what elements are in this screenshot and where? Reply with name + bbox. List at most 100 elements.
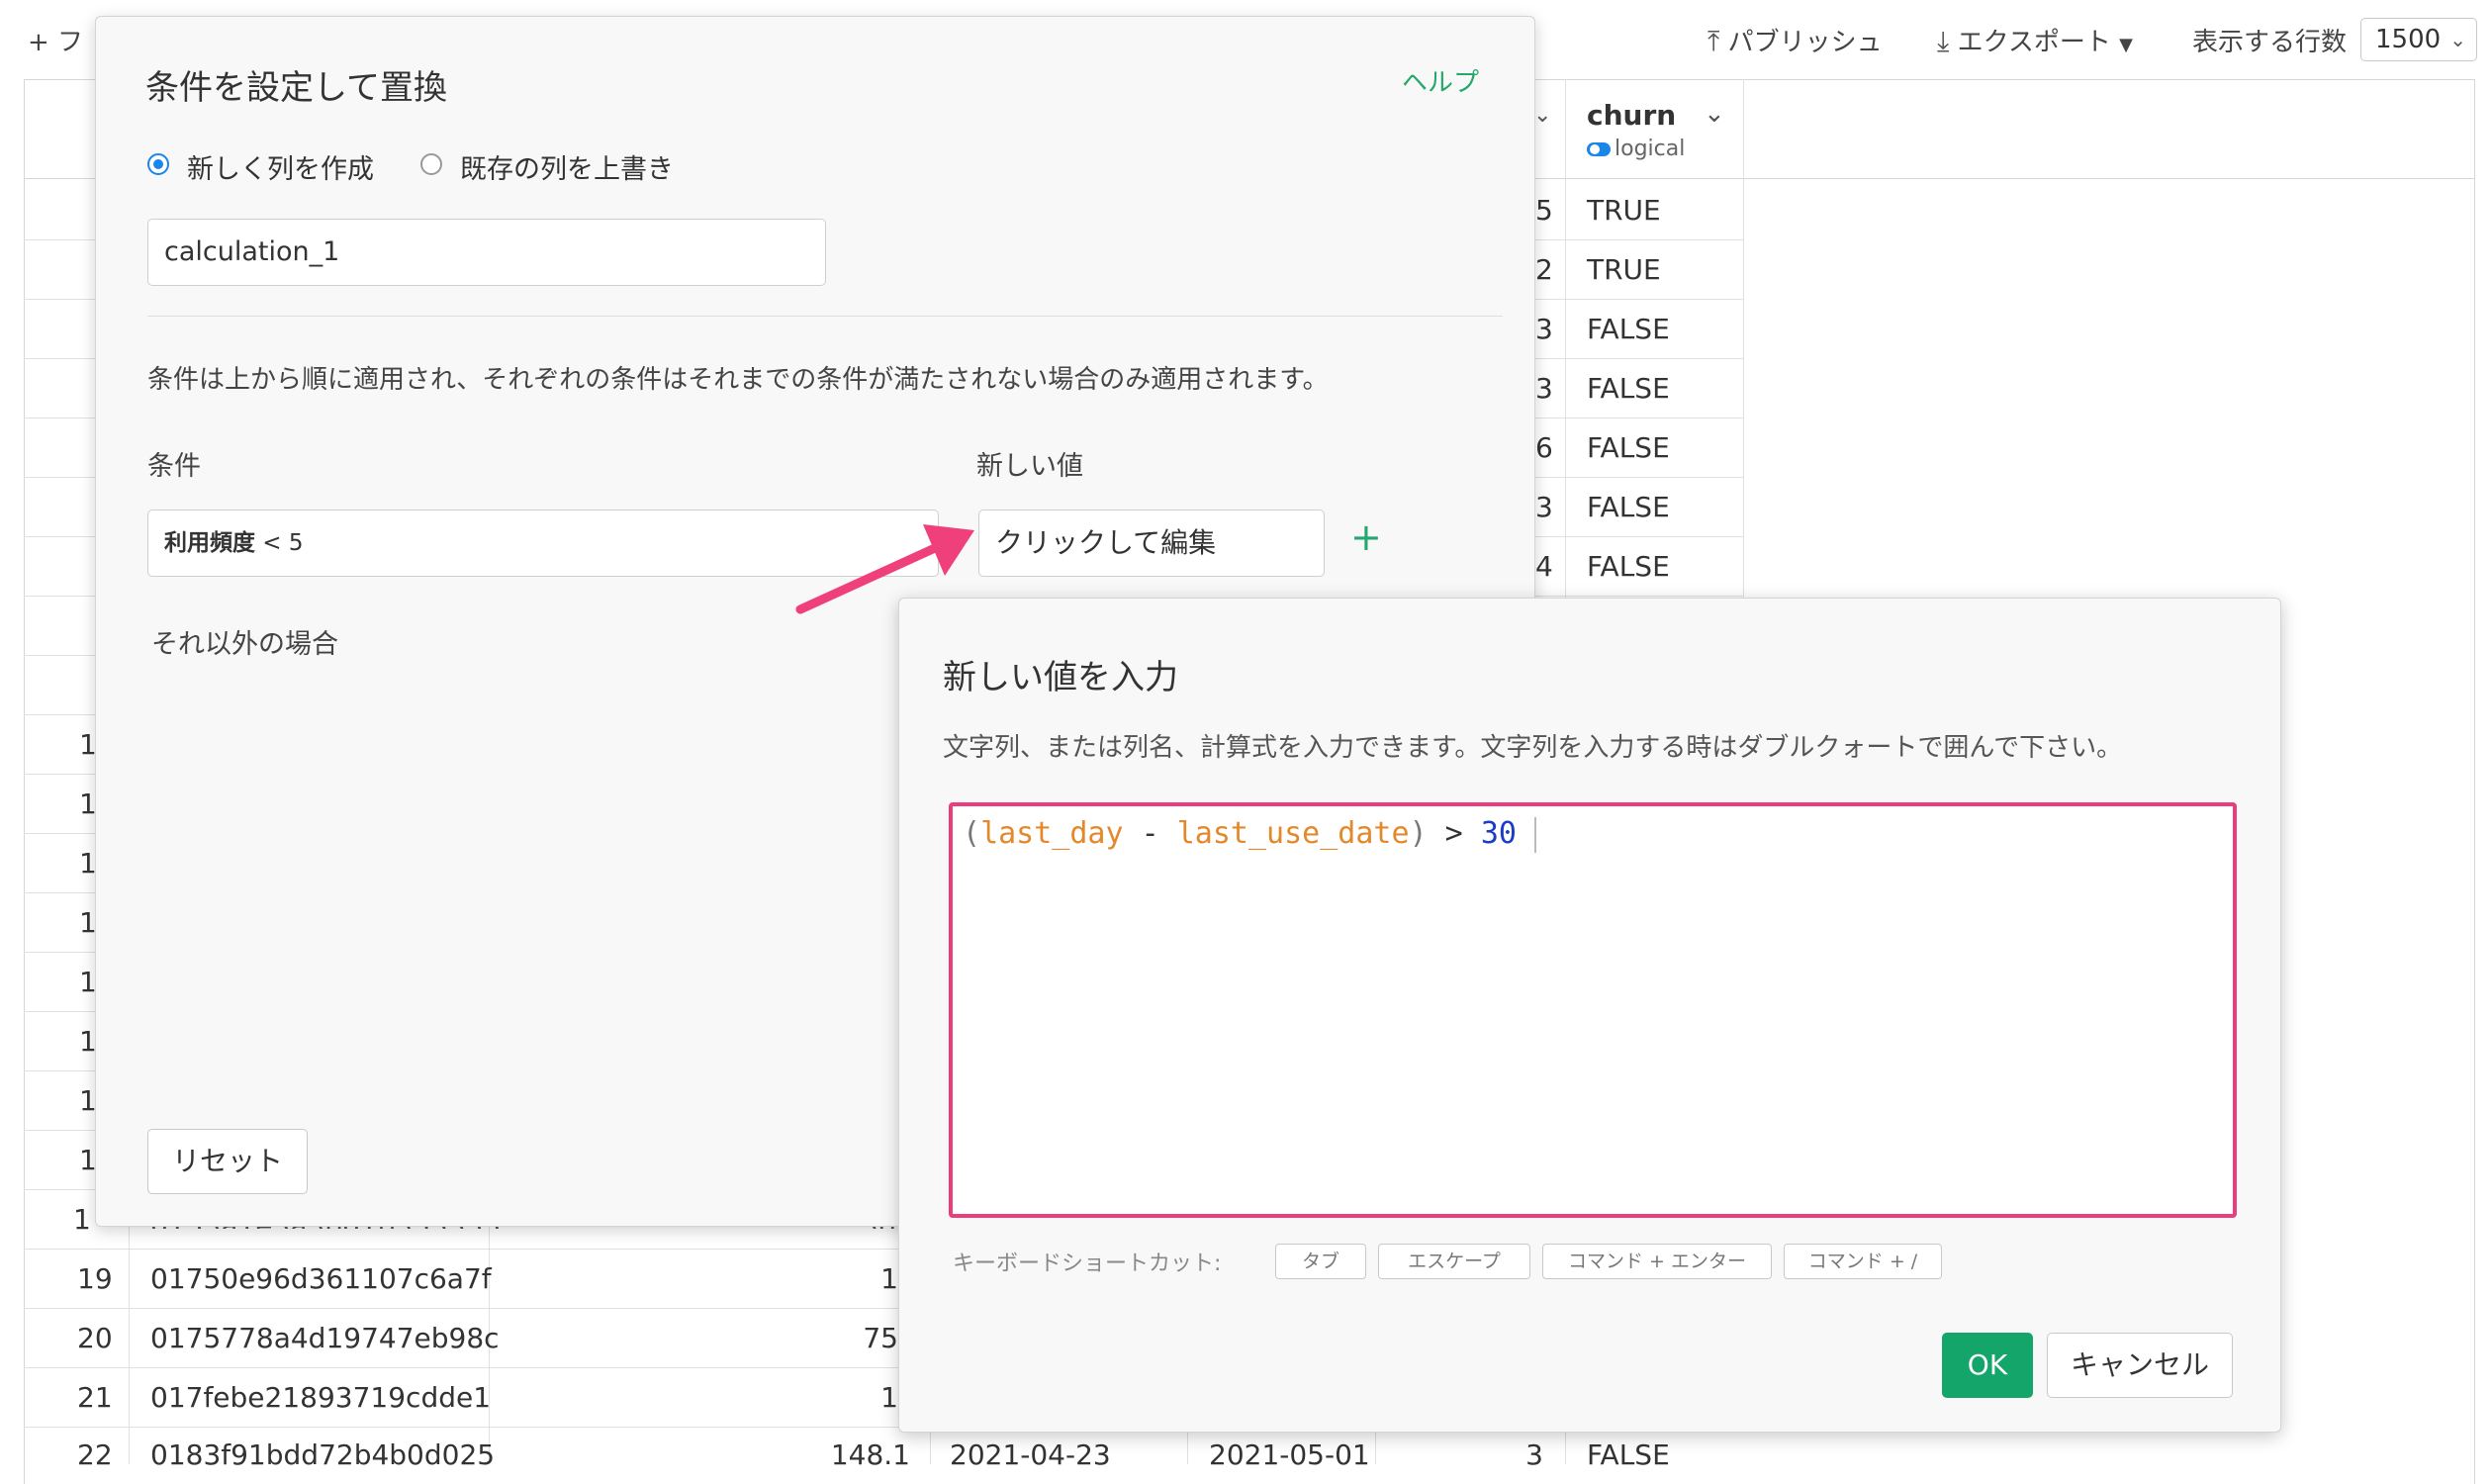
expr-close-paren: ) xyxy=(1409,816,1428,851)
shortcut-escape: エスケープ xyxy=(1378,1244,1530,1279)
grid-col-divider xyxy=(1743,79,1744,599)
new-value-dialog: 新しい値を入力 文字列、または列名、計算式を入力できます。文字列を入力する時はダ… xyxy=(898,598,2281,1433)
section-divider xyxy=(147,316,1503,317)
grid-cell-value: 148.1 xyxy=(830,1438,910,1471)
condition-header: 条件 xyxy=(147,451,201,482)
expr-var-last-day: last_day xyxy=(980,816,1124,851)
grid-cell-id: 017febe21893719cdde1 xyxy=(150,1381,492,1414)
radio-overwrite-column[interactable] xyxy=(420,153,442,175)
grid-cell: 5 xyxy=(1535,194,1553,227)
expr-minus: - xyxy=(1123,816,1177,851)
grid-cell-date: 2021-05-01 xyxy=(1209,1438,1370,1471)
churn-cell: FALSE xyxy=(1587,372,1670,405)
grid-row-divider xyxy=(24,655,103,656)
churn-cell: FALSE xyxy=(1587,491,1670,523)
condition-expression: < 5 xyxy=(255,530,304,556)
caret-down-icon: ▼ xyxy=(2119,35,2133,55)
grid-row-divider xyxy=(24,1367,898,1368)
new-value-header: 新しい値 xyxy=(976,451,1083,482)
grid-row-divider xyxy=(24,1130,103,1131)
grid-cell: 6 xyxy=(1535,431,1553,464)
row-index: 1 xyxy=(73,1203,91,1236)
cancel-button[interactable]: キャンセル xyxy=(2047,1333,2233,1398)
radio-new-column-label[interactable]: 新しく列を作成 xyxy=(187,147,374,186)
grid-cell: 3 xyxy=(1535,372,1553,405)
grid-row-divider xyxy=(24,1189,103,1190)
churn-column-header[interactable]: churn xyxy=(1587,99,1676,132)
text-caret xyxy=(1533,816,1536,853)
grid-row-divider xyxy=(24,1308,898,1309)
rows-select-value: 1500 xyxy=(2375,25,2442,54)
export-label: エクスポート xyxy=(1957,28,2111,57)
expression-editor[interactable]: (last_day - last_use_date) > 30 xyxy=(949,802,2237,1218)
expr-var-last-use-date: last_use_date xyxy=(1176,816,1410,851)
condition-description: 条件は上から順に適用され、それぞれの条件はそれまでの条件が満たされない場合のみ適… xyxy=(147,365,1329,395)
churn-type-label: logical xyxy=(1615,137,1686,161)
expr-gt: > xyxy=(1427,816,1481,851)
grid-row-divider xyxy=(24,1427,898,1428)
grid-row-divider xyxy=(24,1249,898,1250)
grid-cell-value: 75 xyxy=(863,1322,898,1354)
churn-cell: FALSE xyxy=(1587,313,1670,345)
grid-cell: 3 xyxy=(1535,491,1553,523)
grid-cell: 4 xyxy=(1535,550,1553,583)
rows-label: 表示する行数 xyxy=(2192,28,2348,57)
grid-cell: 3 xyxy=(1535,313,1553,345)
row-index: 19 xyxy=(77,1262,113,1295)
export-button[interactable]: ⤓ エクスポート ▼ xyxy=(1937,22,2133,58)
grid-cell-value: 1 xyxy=(880,1381,898,1414)
expr-open-paren: ( xyxy=(963,816,981,851)
churn-cell: TRUE xyxy=(1587,253,1661,286)
column-menu-icon[interactable]: ⌄ xyxy=(1533,103,1551,128)
reset-button[interactable]: リセット xyxy=(147,1129,308,1194)
download-icon: ⤓ xyxy=(1937,25,1950,57)
grid-cell-id: 0183f91bdd72b4b0d025 xyxy=(150,1438,496,1471)
ok-button[interactable]: OK xyxy=(1942,1333,2033,1398)
help-link[interactable]: ヘルプ xyxy=(1402,62,1479,99)
grid-cell-date: 2021-04-23 xyxy=(950,1438,1111,1471)
churn-cell: FALSE xyxy=(1587,550,1670,583)
new-value-dialog-title: 新しい値を入力 xyxy=(943,658,1178,697)
shortcut-tab: タブ xyxy=(1275,1244,1366,1279)
new-value-input[interactable]: クリックして編集 xyxy=(978,510,1325,577)
churn-cell: FALSE xyxy=(1587,431,1670,464)
expr-number: 30 xyxy=(1480,816,1517,851)
shortcut-cmd-enter: コマンド + エンター xyxy=(1542,1244,1772,1279)
grid-cell: 2 xyxy=(1535,253,1553,286)
churn-cell: TRUE xyxy=(1587,194,1661,227)
churn-column-type: logical xyxy=(1587,137,1685,161)
grid-row-divider xyxy=(24,833,103,834)
add-filter-button[interactable]: + フ xyxy=(28,22,83,58)
row-index: 20 xyxy=(77,1322,113,1354)
radio-overwrite-column-label[interactable]: 既存の列を上書き xyxy=(460,147,674,186)
upload-icon: ⤒ xyxy=(1707,25,1720,57)
grid-row-divider xyxy=(24,1011,103,1012)
grid-row-divider xyxy=(24,714,103,715)
rows-select[interactable]: 1500 ⌄ xyxy=(2360,18,2477,61)
otherwise-label: それ以外の場合 xyxy=(151,629,338,660)
grid-row-divider xyxy=(24,892,103,893)
logical-type-icon xyxy=(1587,142,1611,156)
row-index: 22 xyxy=(77,1438,113,1471)
row-index: 21 xyxy=(77,1381,113,1414)
publish-label: パブリッシュ xyxy=(1727,28,1883,57)
shortcut-label: キーボードショートカット: xyxy=(953,1252,1222,1276)
condition-column: 利用頻度 xyxy=(164,530,255,556)
churn-cell: FALSE xyxy=(1587,1438,1670,1471)
radio-new-column[interactable] xyxy=(147,153,169,175)
grid-cell-id: 01750e96d361107c6a7f xyxy=(150,1262,492,1295)
column-name-input[interactable]: calculation_1 xyxy=(147,219,826,286)
grid-row-divider xyxy=(24,952,103,953)
shortcut-cmd-slash: コマンド + / xyxy=(1784,1244,1942,1279)
new-value-dialog-description: 文字列、または列名、計算式を入力できます。文字列を入力する時はダブルクォートで囲… xyxy=(943,733,2123,763)
chevron-down-icon: ⌄ xyxy=(2449,28,2466,51)
dialog-title: 条件を設定して置換 xyxy=(145,68,447,108)
grid-row-divider xyxy=(24,1070,103,1071)
publish-button[interactable]: ⤒ パブリッシュ xyxy=(1707,22,1883,58)
churn-menu-icon[interactable]: ⌄ xyxy=(1704,99,1725,129)
grid-row-divider xyxy=(24,774,103,775)
grid-cell-count: 3 xyxy=(1525,1438,1543,1471)
grid-cell-id: 0175778a4d19747eb98c xyxy=(150,1322,500,1354)
grid-cell-value: 1 xyxy=(880,1262,898,1295)
add-condition-button[interactable]: + xyxy=(1350,515,1382,559)
